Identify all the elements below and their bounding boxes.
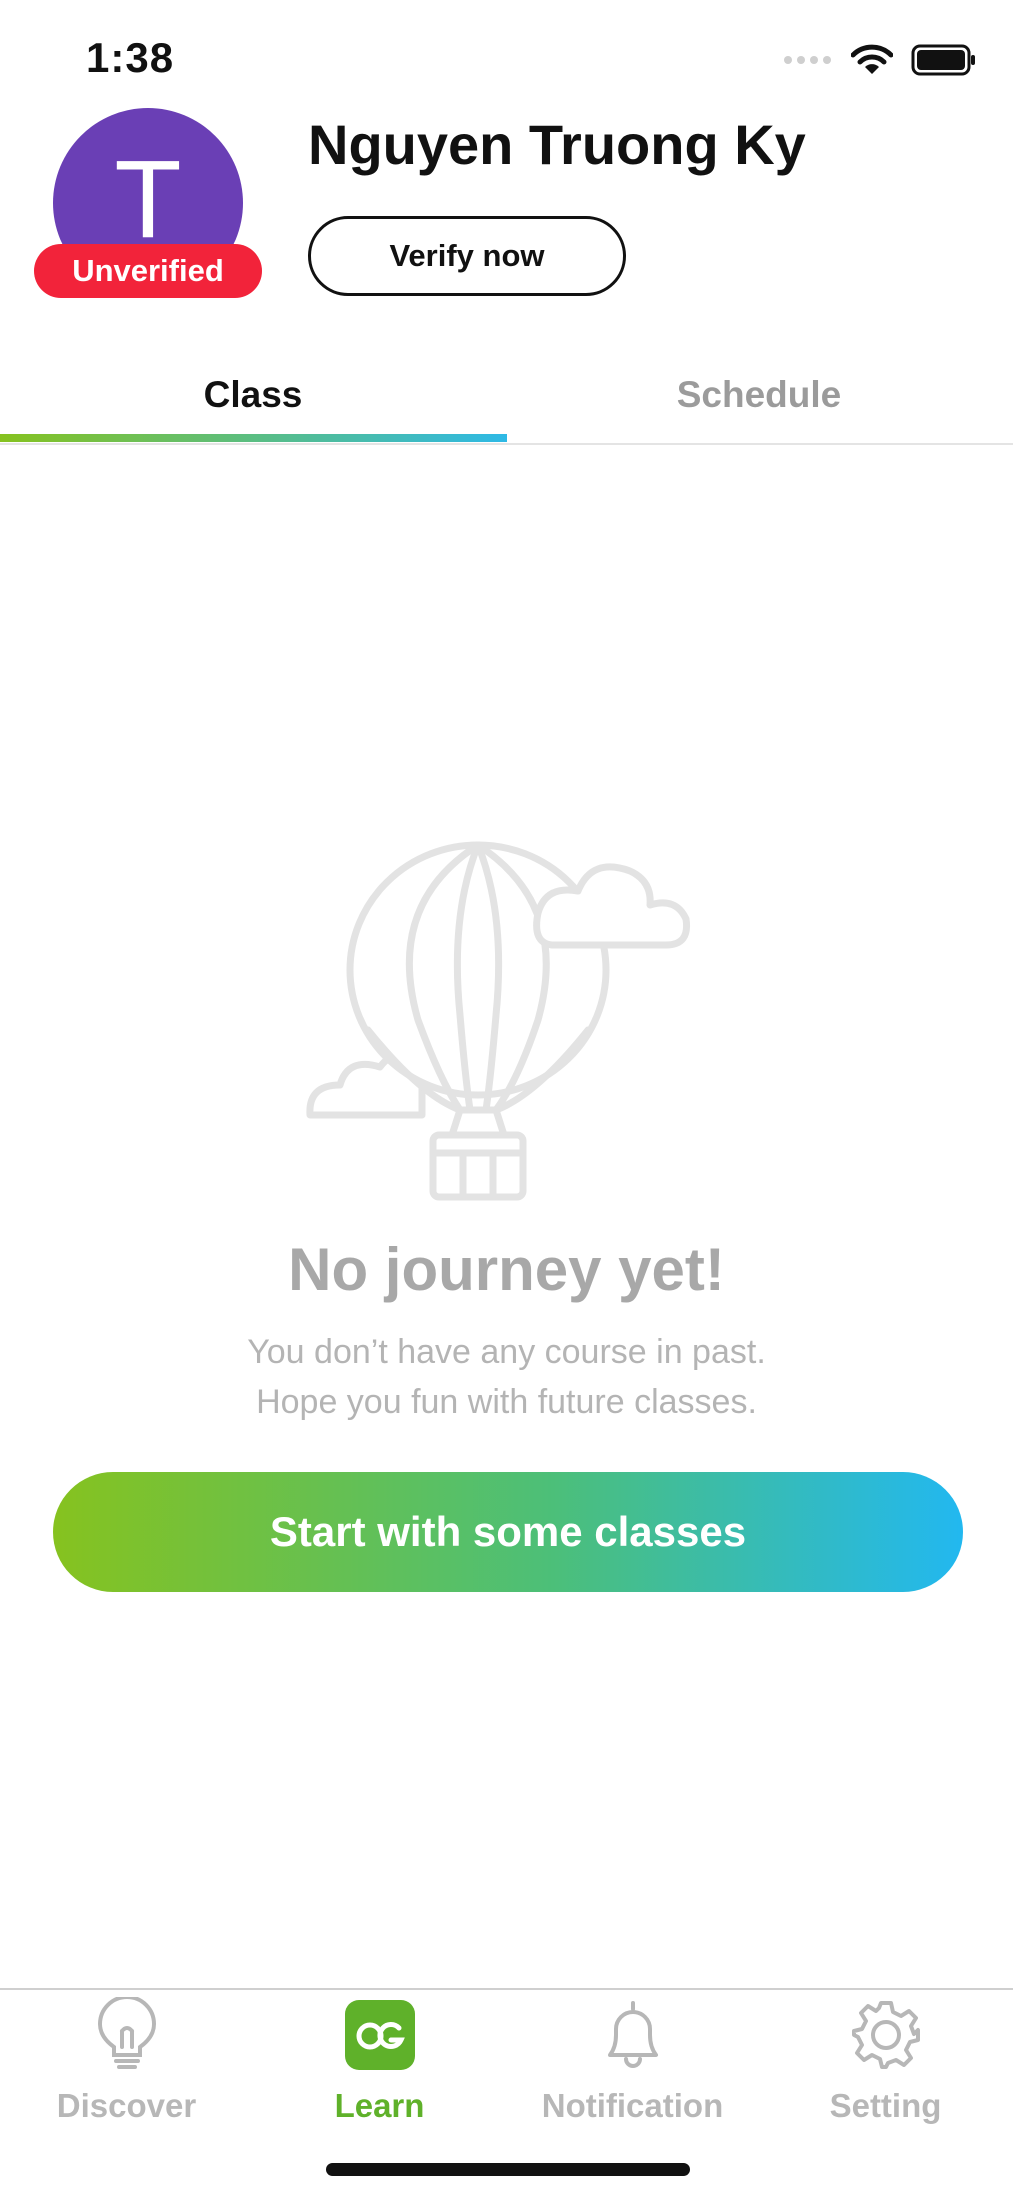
nav-notification-label: Notification <box>541 2087 724 2124</box>
nav-discover[interactable]: Discover <box>0 1995 253 2125</box>
gear-icon <box>851 2001 920 2069</box>
hot-air-balloon-icon <box>306 841 691 1201</box>
nav-learn[interactable]: Learn <box>253 1995 506 2125</box>
bell-icon <box>607 2001 658 2068</box>
nav-setting[interactable]: Setting <box>759 1995 1012 2125</box>
og-logo-icon <box>344 2000 415 2070</box>
nav-discover-label: Discover <box>56 2087 197 2124</box>
verify-now-button[interactable]: Verify now <box>308 216 626 296</box>
tab-divider <box>0 443 1013 445</box>
battery-icon <box>911 44 975 76</box>
signal-icon <box>784 56 831 64</box>
nav-notification[interactable]: Notification <box>506 1995 759 2125</box>
empty-state-line-1: You don’t have any course in past. <box>247 1333 766 1371</box>
user-name: Nguyen Truong Ky <box>308 113 806 176</box>
wifi-icon <box>851 44 893 74</box>
lightbulb-icon <box>97 1997 156 2069</box>
nav-learn-label: Learn <box>334 2087 425 2124</box>
unverified-badge: Unverified <box>34 244 262 298</box>
tab-class[interactable]: Class <box>0 355 506 435</box>
tab-schedule[interactable]: Schedule <box>506 355 1012 435</box>
empty-state-line-2: Hope you fun with future classes. <box>256 1383 757 1421</box>
home-indicator <box>326 2163 690 2176</box>
nav-setting-label: Setting <box>829 2087 942 2124</box>
empty-state-title: No journey yet! <box>288 1236 725 1303</box>
bottom-nav-divider <box>0 1988 1013 1990</box>
status-icons <box>783 44 977 76</box>
start-with-classes-button[interactable]: Start with some classes <box>53 1472 963 1592</box>
active-tab-indicator <box>0 434 507 442</box>
status-time: 1:38 <box>86 34 175 81</box>
